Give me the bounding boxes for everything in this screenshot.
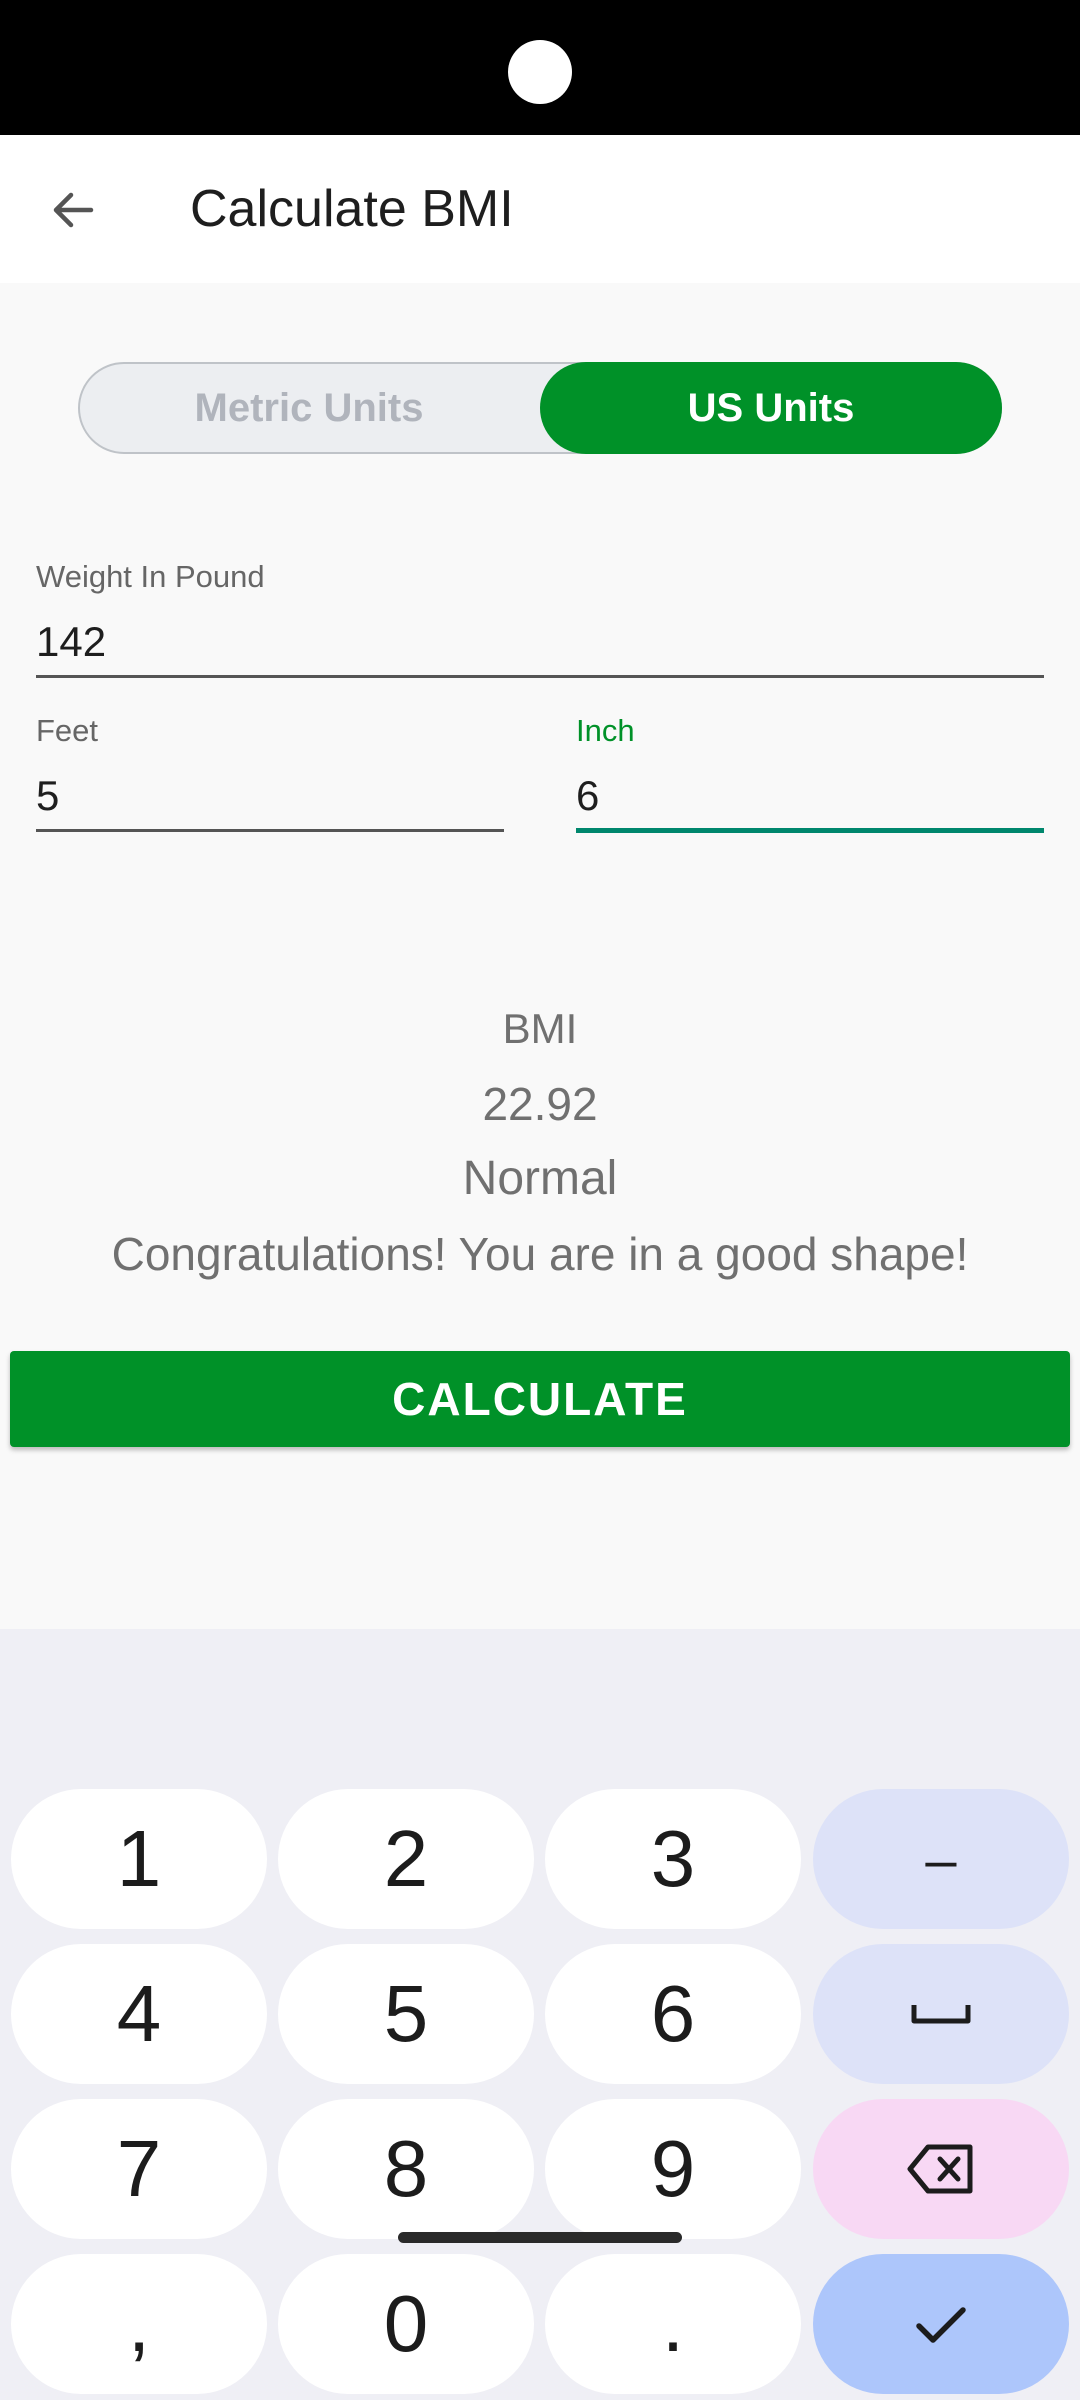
key-8[interactable]: 8: [278, 2099, 534, 2239]
key-7[interactable]: 7: [11, 2099, 267, 2239]
feet-label: Feet: [36, 713, 99, 748]
calculate-button[interactable]: CALCULATE: [10, 1351, 1070, 1447]
key-9[interactable]: 9: [545, 2099, 801, 2239]
key-2[interactable]: 2: [278, 1789, 534, 1929]
key-4[interactable]: 4: [11, 1944, 267, 2084]
key-period[interactable]: .: [545, 2254, 801, 2394]
key-1[interactable]: 1: [11, 1789, 267, 1929]
key-6[interactable]: 6: [545, 1944, 801, 2084]
key-comma[interactable]: ,: [11, 2254, 267, 2394]
key-done[interactable]: [813, 2254, 1069, 2394]
inch-underline: [576, 828, 1044, 833]
screen: Calculate BMI Metric Units US Units Weig…: [0, 135, 1080, 2400]
bmi-heading: BMI: [502, 1005, 578, 1052]
backspace-icon: [907, 2144, 973, 2194]
weight-input[interactable]: 142: [36, 618, 106, 666]
key-0[interactable]: 0: [278, 2254, 534, 2394]
weight-underline: [36, 675, 1044, 678]
key-backspace[interactable]: [813, 2099, 1069, 2239]
key-5[interactable]: 5: [278, 1944, 534, 2084]
feet-input[interactable]: 5: [36, 772, 59, 820]
back-button[interactable]: [28, 165, 118, 255]
feet-underline: [36, 829, 504, 832]
inch-input[interactable]: 6: [576, 772, 599, 820]
tab-metric-units[interactable]: Metric Units: [78, 362, 540, 454]
weight-label: Weight In Pound: [36, 559, 265, 594]
unit-toggle[interactable]: Metric Units US Units: [78, 362, 1002, 454]
bmi-message: Congratulations! You are in a good shape…: [111, 1228, 969, 1280]
status-bar: [0, 0, 1080, 135]
inch-label: Inch: [576, 713, 635, 748]
space-bar-icon: [911, 2005, 971, 2024]
tab-us-units[interactable]: US Units: [540, 362, 1002, 454]
key-3[interactable]: 3: [545, 1789, 801, 1929]
front-camera: [508, 40, 572, 104]
arrow-left-icon: [53, 192, 94, 228]
numeric-keyboard: 1 2 3 – 4 5 6 7 8 9 , 0 .: [0, 1629, 1080, 2400]
bmi-value: 22.92: [482, 1078, 598, 1130]
page-title: Calculate BMI: [190, 180, 514, 238]
home-indicator[interactable]: [398, 2232, 682, 2243]
key-space[interactable]: [813, 1944, 1069, 2084]
bmi-category: Normal: [462, 1152, 618, 1205]
key-dash[interactable]: –: [813, 1789, 1069, 1929]
app-bar: Calculate BMI: [0, 135, 1080, 283]
checkmark-icon: [916, 2307, 966, 2343]
